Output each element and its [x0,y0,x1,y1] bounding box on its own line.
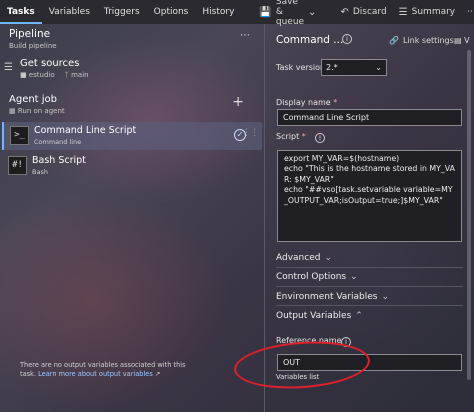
pipeline-more-button[interactable]: ⋯ [240,30,250,41]
tab-variables[interactable]: Variables [42,0,97,24]
view-yaml-button[interactable]: ▤ V [454,36,470,45]
bash-icon: #! [8,156,27,175]
link-settings-label: Link settings [402,36,454,45]
advanced-section-toggle[interactable]: Advanced ⌄ [276,253,332,263]
add-task-button[interactable]: + [232,94,244,110]
get-sources-meta: ■ estudio ᛉ main [20,71,89,79]
tab-triggers[interactable]: Triggers [97,0,147,24]
task-version-label: Task version [276,63,326,72]
task-version-value: 2.* [326,63,338,72]
script-textarea[interactable]: export MY_VAR=$(hostname) echo "This is … [277,150,462,242]
script-label: Script * [276,132,306,141]
chevron-down-icon: ⌄ [324,253,333,263]
display-name-input[interactable]: Command Line Script [277,109,462,126]
sources-icon: ☰ [4,62,13,73]
save-queue-label: Save & queue [275,0,305,27]
task-subtitle: Bash [32,168,48,176]
summary-label: Summary [411,7,456,17]
task-title: Bash Script [32,155,86,166]
task-settings-panel: Command ... i 🔗 Link settings ▤ V Task v… [265,24,474,412]
panel-title: Command ... [276,34,344,46]
pipeline-header[interactable]: Pipeline Build pipeline ⋯ [0,28,264,56]
learn-more-link[interactable]: Learn more about output variables [38,370,153,378]
agent-job-item[interactable]: Agent job ▦ Run on agent + [0,94,264,118]
display-name-label: Display name * [276,98,338,107]
pipeline-title: Pipeline [9,28,51,40]
discard-label: Discard [352,7,387,17]
task-subtitle: Command line [34,138,82,146]
top-toolbar: Tasks Variables Triggers Options History… [0,0,474,27]
info-icon[interactable]: i [342,34,352,44]
list-icon: ☰ [398,6,408,18]
script-info-icon[interactable]: i [315,133,325,143]
tab-tasks[interactable]: Tasks [0,0,42,24]
drag-handle-icon[interactable]: ⋮⋮ [242,128,259,138]
chevron-down-icon: ⌄ [381,292,390,302]
environment-variables-section-toggle[interactable]: Environment Variables ⌄ [276,292,389,302]
task-bash-script[interactable]: #! Bash Script Bash [2,152,262,180]
chevron-down-icon: ⌄ [308,6,317,18]
discard-button[interactable]: ↶ Discard [334,7,392,18]
agent-job-title: Agent job [9,94,58,105]
chevron-down-icon: ⌄ [375,63,382,72]
variables-list-label: Variables list [276,373,320,381]
section-divider [276,305,463,306]
task-command-line-script[interactable]: >_ Command Line Script Command line ✓ ⋮⋮ [2,122,262,150]
tab-history[interactable]: History [195,0,241,24]
link-icon: 🔗 [389,36,399,45]
pipeline-tree: Pipeline Build pipeline ⋯ ☰ Get sources … [0,24,264,412]
chevron-down-icon: ⌄ [350,272,358,282]
get-sources-title: Get sources [20,58,80,69]
control-options-section-toggle[interactable]: Control Options ⌄ [276,272,358,282]
save-queue-button[interactable]: 💾 Save & queue ⌄ [253,0,322,27]
task-title: Command Line Script [34,125,137,136]
get-sources-item[interactable]: ☰ Get sources ■ estudio ᛉ main [0,54,264,82]
reference-name-label: Reference name [276,336,342,345]
output-variables-section-toggle[interactable]: Output Variables ⌃ [276,311,363,321]
terminal-icon: >_ [10,126,29,145]
output-variables-note: There are no output variables associated… [20,361,186,378]
reference-name-input[interactable]: OUT [277,354,462,371]
more-actions-button[interactable]: ⋯ [461,7,474,17]
branch-label: ᛉ main [64,71,89,79]
external-link-icon: ↗ [154,370,161,378]
chevron-up-icon: ⌃ [355,311,363,321]
tab-options[interactable]: Options [147,0,196,24]
panel-scrollbar[interactable] [467,50,471,380]
more-icon: ⋯ [467,7,474,17]
summary-button[interactable]: ☰ Summary [393,7,461,18]
pipeline-subtitle: Build pipeline [9,42,57,50]
section-divider [276,267,463,268]
task-version-select[interactable]: 2.* ⌄ [321,59,387,76]
undo-icon: ↶ [340,6,349,18]
section-divider [276,286,463,287]
reference-name-info-icon[interactable]: i [341,337,351,347]
agent-job-subtitle: ▦ Run on agent [9,107,65,115]
save-icon: 💾 [259,6,272,18]
repo-label: ■ estudio [20,71,55,79]
link-settings-button[interactable]: 🔗 Link settings [389,36,454,45]
